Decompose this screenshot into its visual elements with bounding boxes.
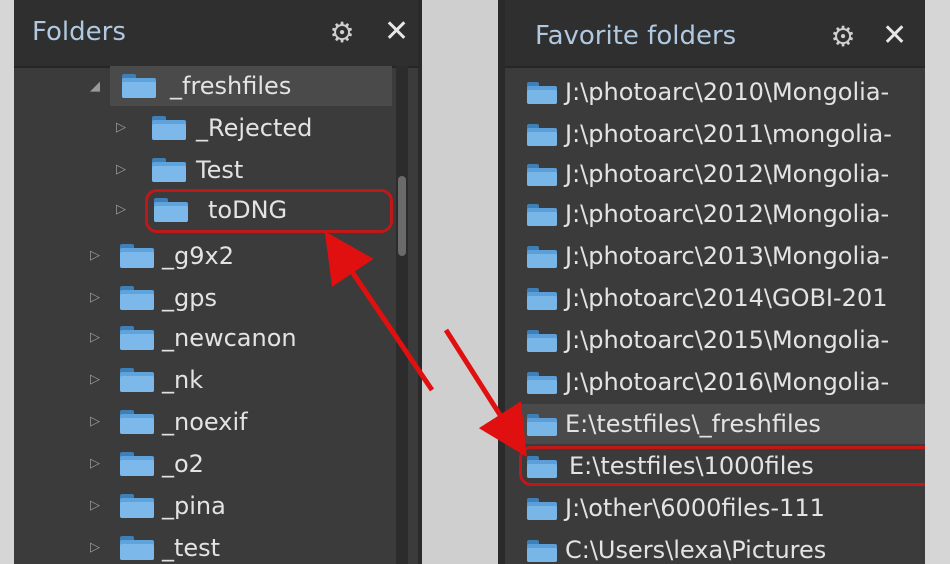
- folder-icon: [152, 116, 186, 140]
- folder-icon: [527, 164, 557, 186]
- tree-item-nk[interactable]: ▷ _nk: [88, 360, 388, 400]
- folder-icon: [122, 74, 156, 98]
- favorite-folders-header: Favorite folders ⚙ ✕: [505, 0, 925, 68]
- expand-icon[interactable]: ▷: [88, 528, 102, 564]
- expand-icon[interactable]: ▷: [88, 318, 102, 358]
- folder-icon: [527, 498, 557, 520]
- folder-icon: [527, 330, 557, 352]
- folder-icon: [527, 124, 557, 146]
- folder-icon: [527, 540, 557, 562]
- favorite-item[interactable]: J:\photoarc\2013\Mongolia-: [505, 236, 925, 276]
- expand-icon[interactable]: ▷: [114, 150, 128, 190]
- favorite-folders-panel: Favorite folders ⚙ ✕ J:\photoarc\2010\Mo…: [505, 0, 925, 564]
- expand-icon[interactable]: ▷: [88, 444, 102, 484]
- folder-icon: [527, 204, 557, 226]
- collapse-icon[interactable]: ◢: [88, 79, 102, 94]
- todng-highlight: [145, 189, 393, 233]
- folder-icon: [120, 494, 154, 518]
- right-gutter: [925, 0, 950, 564]
- tree-item-noexif[interactable]: ▷ _noexif: [88, 402, 388, 442]
- folder-icon: [120, 244, 154, 268]
- folder-icon: [527, 246, 557, 268]
- tree-item-gps[interactable]: ▷ _gps: [88, 278, 388, 318]
- favorite-item[interactable]: J:\photoarc\2016\Mongolia-: [505, 362, 925, 402]
- tree-item-rejected[interactable]: ▷ _Rejected: [114, 108, 394, 148]
- folder-icon: [120, 368, 154, 392]
- favorite-item[interactable]: J:\photoarc\2014\GOBI-201: [505, 278, 925, 318]
- tree-item-freshfiles[interactable]: _freshfiles: [110, 66, 392, 106]
- expand-icon[interactable]: ▷: [88, 402, 102, 442]
- folder-icon: [527, 372, 557, 394]
- folders-panel: Folders ⚙ ✕ _freshfiles ◢ ▷ _Rejected ▷ …: [14, 0, 422, 564]
- expand-icon[interactable]: ▷: [88, 360, 102, 400]
- folders-scrollbar[interactable]: [396, 66, 408, 564]
- folder-icon: [527, 82, 557, 104]
- scrollbar-thumb[interactable]: [398, 176, 406, 256]
- favorite-folders-title: Favorite folders: [535, 21, 737, 51]
- folder-icon: [120, 410, 154, 434]
- tree-item-o2[interactable]: ▷ _o2: [88, 444, 388, 484]
- tree-item-newcanon[interactable]: ▷ _newcanon: [88, 318, 388, 358]
- expand-icon[interactable]: ▷: [114, 190, 128, 230]
- tree-item-test[interactable]: ▷ Test: [114, 150, 394, 190]
- close-icon[interactable]: ✕: [384, 17, 409, 47]
- close-icon[interactable]: ✕: [882, 21, 907, 51]
- tree-item-pina[interactable]: ▷ _pina: [88, 486, 388, 526]
- favorite-item-selected[interactable]: E:\testfiles\_freshfiles: [521, 404, 925, 444]
- favorite-item[interactable]: J:\photoarc\2012\Mongolia-: [505, 154, 925, 194]
- expand-icon[interactable]: ▷: [88, 278, 102, 318]
- favorite-item[interactable]: J:\photoarc\2015\Mongolia-: [505, 320, 925, 360]
- favorite-item[interactable]: J:\photoarc\2011\mongolia-: [505, 114, 925, 154]
- folder-icon: [120, 286, 154, 310]
- 1000files-highlight: [519, 446, 925, 486]
- favorite-item[interactable]: C:\Users\lexa\Pictures: [505, 530, 925, 564]
- folder-icon: [527, 414, 557, 436]
- favorite-item[interactable]: J:\photoarc\2010\Mongolia-: [505, 72, 925, 112]
- gear-icon[interactable]: ⚙: [828, 22, 858, 52]
- tree-item-g9x2[interactable]: ▷ _g9x2: [88, 236, 388, 276]
- favorite-item[interactable]: J:\other\6000files-111: [505, 488, 925, 528]
- gear-icon[interactable]: ⚙: [327, 18, 357, 48]
- panel-divider: [498, 0, 505, 564]
- folders-panel-header: Folders ⚙ ✕: [14, 0, 418, 68]
- folder-icon: [527, 288, 557, 310]
- folder-icon: [120, 536, 154, 560]
- tree-item-test2[interactable]: ▷ _test: [88, 528, 388, 564]
- expand-icon[interactable]: ▷: [88, 236, 102, 276]
- folders-panel-title: Folders: [32, 17, 126, 47]
- expand-icon[interactable]: ▷: [88, 486, 102, 526]
- panel-gap: [422, 0, 505, 564]
- folder-icon: [120, 326, 154, 350]
- folder-icon: [120, 452, 154, 476]
- expand-icon[interactable]: ▷: [114, 108, 128, 148]
- folder-icon: [152, 158, 186, 182]
- favorite-item[interactable]: J:\photoarc\2012\Mongolia-: [505, 194, 925, 234]
